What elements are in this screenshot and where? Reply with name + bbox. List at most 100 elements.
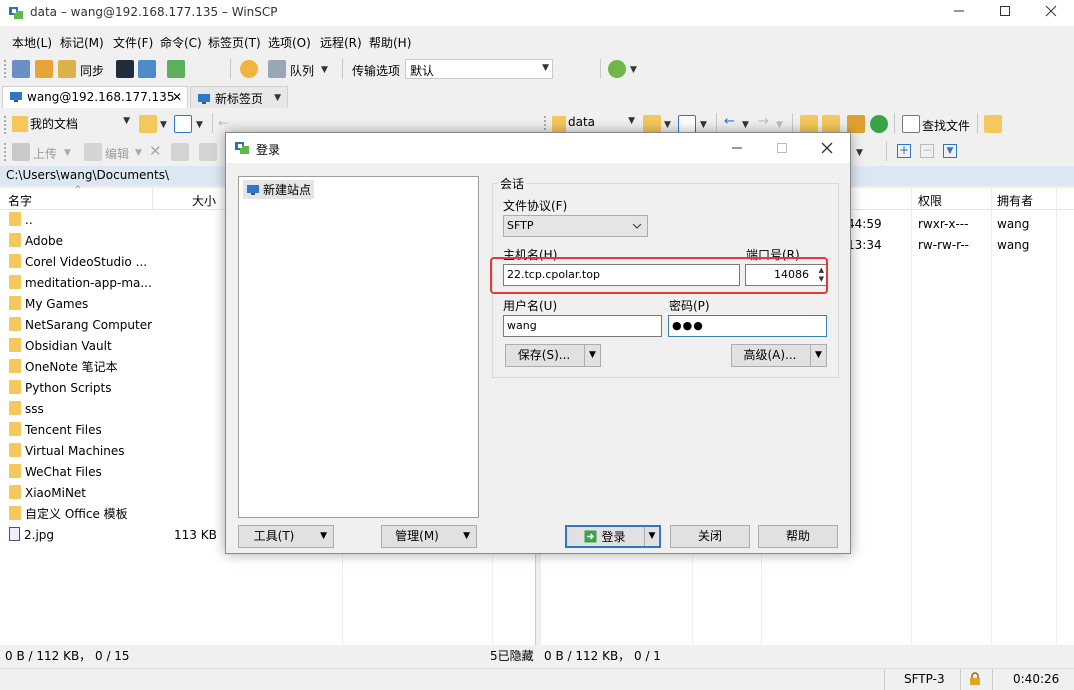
col-owner[interactable]: 拥有者 (997, 192, 1033, 209)
sync-icon[interactable] (58, 60, 76, 78)
chevron-down-icon[interactable]: ▼ (274, 93, 281, 103)
dropdown-icon[interactable]: ▼ (135, 148, 142, 158)
tree-icon[interactable] (984, 115, 1002, 133)
monitor-icon (10, 92, 22, 102)
queue-dropdown-icon[interactable]: ▼ (321, 65, 328, 75)
queue-icon[interactable] (268, 60, 286, 78)
separator (230, 59, 231, 79)
menu-file[interactable]: 文件(F) (113, 34, 153, 51)
sync-label[interactable]: 同步 (80, 62, 104, 79)
password-input[interactable]: ●●● (668, 315, 827, 337)
gear-icon[interactable] (240, 60, 258, 78)
find-files-label[interactable]: 查找文件 (922, 117, 970, 134)
save-dropdown-icon[interactable]: ▼ (584, 345, 600, 366)
edit-icon[interactable] (84, 143, 102, 161)
winscp-app-icon (9, 7, 23, 19)
home-icon[interactable] (847, 115, 865, 133)
dropdown-icon[interactable]: ▼ (742, 120, 749, 130)
queue-label[interactable]: 队列 (290, 62, 314, 79)
upload-label[interactable]: 上传 (33, 145, 57, 162)
filter-icon[interactable] (174, 115, 192, 133)
sync-dropdown-icon[interactable]: ▼ (630, 65, 637, 75)
remote-owner: wang (997, 217, 1030, 231)
dialog-title: 登录 (256, 143, 281, 157)
open-folder-icon[interactable] (643, 115, 661, 133)
menu-tabs[interactable]: 标签页(T) (208, 34, 261, 51)
menu-options[interactable]: 选项(O) (268, 34, 311, 51)
help-button[interactable]: 帮助 (758, 525, 838, 548)
new-site-label: 新建站点 (263, 183, 312, 197)
remote-location-select[interactable]: data ▼ (550, 113, 638, 133)
minus-icon[interactable]: − (920, 144, 934, 158)
protocol-select[interactable]: SFTP (503, 215, 648, 237)
transfer-preset-select[interactable]: 默认 ▼ (405, 59, 553, 79)
rename-icon[interactable] (171, 143, 189, 161)
edit-label[interactable]: 编辑 (105, 145, 129, 162)
menu-mark[interactable]: 标记(M) (60, 34, 104, 51)
minimize-icon[interactable] (731, 142, 743, 154)
putty-icon[interactable] (138, 60, 156, 78)
login-dropdown-icon[interactable]: ▼ (644, 527, 659, 546)
site-tree[interactable]: 新建站点 (238, 176, 479, 518)
login-button[interactable]: 登录 ▼ (565, 525, 661, 548)
user-input[interactable]: wang (503, 315, 662, 337)
upload-icon[interactable] (12, 143, 30, 161)
dropdown-icon[interactable]: ▼ (64, 148, 71, 158)
terminal-icon[interactable] (116, 60, 134, 78)
tree-item-new-site[interactable]: 新建站点 (243, 180, 315, 199)
parent-dir-icon[interactable] (800, 115, 818, 133)
sync-browse-icon[interactable] (35, 60, 53, 78)
dropdown-icon[interactable]: ▼ (700, 120, 707, 130)
close-icon[interactable] (821, 142, 833, 154)
col-name[interactable]: 名字 (8, 192, 32, 209)
col-permissions[interactable]: 权限 (918, 192, 942, 209)
close-button[interactable]: 关闭 (670, 525, 750, 548)
menu-help[interactable]: 帮助(H) (369, 34, 411, 51)
close-window-button[interactable] (1028, 0, 1074, 26)
chevron-down-icon: ▼ (123, 116, 130, 126)
back-icon[interactable]: ← (218, 116, 228, 130)
remote-status: 0 B / 112 KB， 0 / 1 (544, 649, 661, 663)
forward-icon[interactable]: → (758, 114, 769, 129)
remote-owner: wang (997, 238, 1030, 252)
separator (716, 113, 717, 133)
col-size[interactable]: 大小 (192, 192, 216, 209)
advanced-dropdown-icon[interactable]: ▼ (810, 345, 826, 366)
back-icon[interactable]: ← (724, 114, 735, 129)
select-icon[interactable]: ▼ (943, 144, 957, 158)
menu-remote[interactable]: 远程(R) (320, 34, 362, 51)
tab-session[interactable]: wang@192.168.177.135 ✕ (2, 86, 188, 108)
advanced-button[interactable]: 高级(A)... ▼ (731, 344, 827, 367)
minimize-button[interactable] (936, 0, 982, 26)
menu-command[interactable]: 命令(C) (160, 34, 202, 51)
filter-icon[interactable] (678, 115, 696, 133)
root-dir-icon[interactable] (822, 115, 840, 133)
lock-icon[interactable] (969, 672, 981, 686)
refresh-icon[interactable] (870, 115, 888, 133)
dropdown-icon[interactable]: ▼ (160, 120, 167, 130)
close-tab-icon[interactable]: ✕ (172, 90, 182, 104)
manage-button[interactable]: 管理(M) ▼ (381, 525, 477, 548)
save-button[interactable]: 保存(S)... ▼ (505, 344, 601, 367)
compare-dirs-icon[interactable] (12, 60, 30, 78)
dropdown-icon[interactable]: ▼ (776, 120, 783, 130)
properties-icon[interactable] (199, 143, 217, 161)
menu-local[interactable]: 本地(L) (12, 34, 52, 51)
maximize-icon[interactable] (776, 142, 788, 154)
tools-button[interactable]: 工具(T) ▼ (238, 525, 334, 548)
local-hidden-count[interactable]: 5已隐藏 (490, 647, 534, 667)
session-group-title: 会话 (498, 175, 527, 192)
dropdown-icon[interactable]: ▼ (664, 120, 671, 130)
delete-icon[interactable]: ✕ (149, 142, 162, 160)
keep-remote-updated-icon[interactable] (608, 60, 626, 78)
chevron-down-icon: ▼ (542, 63, 549, 73)
dropdown-icon[interactable]: ▼ (856, 148, 863, 158)
refresh-session-icon[interactable] (167, 60, 185, 78)
find-files-icon[interactable] (902, 115, 920, 133)
maximize-button[interactable] (982, 0, 1028, 26)
open-folder-icon[interactable] (139, 115, 157, 133)
local-location-select[interactable]: 我的文档 ▼ (10, 113, 133, 133)
tab-new[interactable]: 新标签页 ▼ (190, 86, 288, 108)
dropdown-icon[interactable]: ▼ (196, 120, 203, 130)
plus-icon[interactable]: + (897, 144, 911, 158)
